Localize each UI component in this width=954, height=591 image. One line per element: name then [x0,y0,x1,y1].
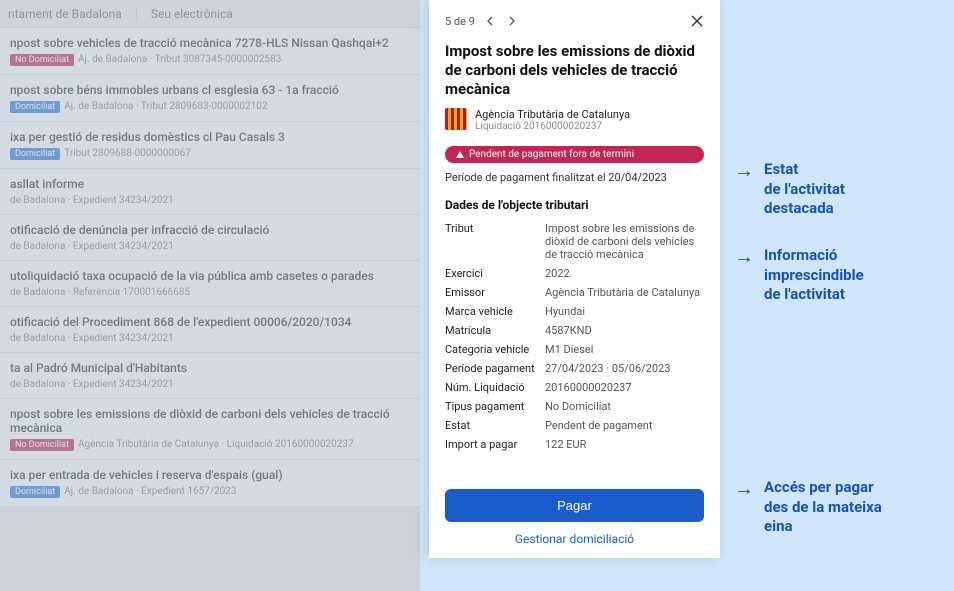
status-badge-text: Pendent de pagament fora de termini [469,149,634,160]
table-row: Emissor Agència Tributària de Catalunya [445,286,704,299]
status-badge: Pendent de pagament fora de termini [445,146,704,163]
annotation-text-2: Informació imprescindible de l'activitat [764,246,864,305]
period-text: Període de pagament finalitzat el 20/04/… [445,171,704,184]
pager-prev-button[interactable] [483,14,497,28]
table-row: Categoria vehicle M1 Diesel [445,343,704,356]
issuer-row: Agència Tributària de Catalunya Liquidac… [445,108,704,132]
annotation-status: → Estat de l'activitat destacada [734,160,845,219]
kv-value: 122 EUR [545,438,586,451]
kv-value: M1 Diesel [545,343,593,356]
kv-value: No Domiciliat [545,400,611,413]
table-row: Exercici 2022 [445,267,704,280]
annotation-pay: → Accés per pagar des de la mateixa eina [734,478,882,537]
kv-label: Emissor [445,286,545,299]
kv-label: Tipus pagament [445,400,545,413]
section-title: Dades de l'objecte tributari [445,198,704,212]
pager-text: 5 de 9 [445,15,475,28]
kv-value: 27/04/2023 · 05/06/2023 [545,362,670,375]
arrow-right-icon: → [734,246,754,266]
annotation-text-3: Accés per pagar des de la mateixa eina [764,478,882,537]
table-row: Matrícula 4587KND [445,324,704,337]
kv-value: Agència Tributària de Catalunya [545,286,700,299]
table-row: Període pagament 27/04/2023 · 05/06/2023 [445,362,704,375]
table-row: Marca vehicle Hyundai [445,305,704,318]
pay-button[interactable]: Pagar [445,489,704,522]
warning-icon [455,150,465,160]
issuer-logo-icon [445,108,467,130]
arrow-right-icon: → [734,160,754,180]
annotation-text-1: Estat de l'activitat destacada [764,160,845,219]
table-row: Tribut Impost sobre les emissions de diò… [445,222,704,261]
table-row: Tipus pagament No Domiciliat [445,400,704,413]
close-button[interactable] [690,14,704,28]
modal-topbar: 5 de 9 [445,14,704,28]
kv-value: 2022 [545,267,570,280]
overlay-dim [0,0,420,591]
kv-label: Període pagament [445,362,545,375]
kv-label: Import a pagar [445,438,545,451]
kv-value: Pendent de pagament [545,419,652,432]
kv-label: Categoria vehicle [445,343,545,356]
table-row: Estat Pendent de pagament [445,419,704,432]
kv-label: Estat [445,419,545,432]
modal-title: Impost sobre les emissions de diòxid de … [445,42,704,98]
kv-label: Núm. Liquidació [445,381,545,394]
kv-label: Matrícula [445,324,545,337]
detail-modal: 5 de 9 Impost sobre les emissions de diò… [429,0,720,558]
kv-label: Marca vehicle [445,305,545,318]
arrow-right-icon: → [734,478,754,498]
table-row: Núm. Liquidació 20160000020237 [445,381,704,394]
kv-value: 4587KND [545,324,592,337]
issuer-sub: Liquidació 20160000020237 [475,121,630,132]
kv-label: Tribut [445,222,545,261]
kv-value: 20160000020237 [545,381,632,394]
kv-value: Hyundai [545,305,585,318]
issuer-name: Agència Tributària de Catalunya [475,108,630,121]
manage-domiciliation-link[interactable]: Gestionar domiciliació [445,532,704,546]
pager-next-button[interactable] [505,14,519,28]
details-table: Tribut Impost sobre les emissions de diò… [445,222,704,457]
table-row: Import a pagar 122 EUR [445,438,704,451]
kv-value: Impost sobre les emissions de diòxid de … [545,222,704,261]
kv-label: Exercici [445,267,545,280]
annotation-info: → Informació imprescindible de l'activit… [734,246,864,305]
